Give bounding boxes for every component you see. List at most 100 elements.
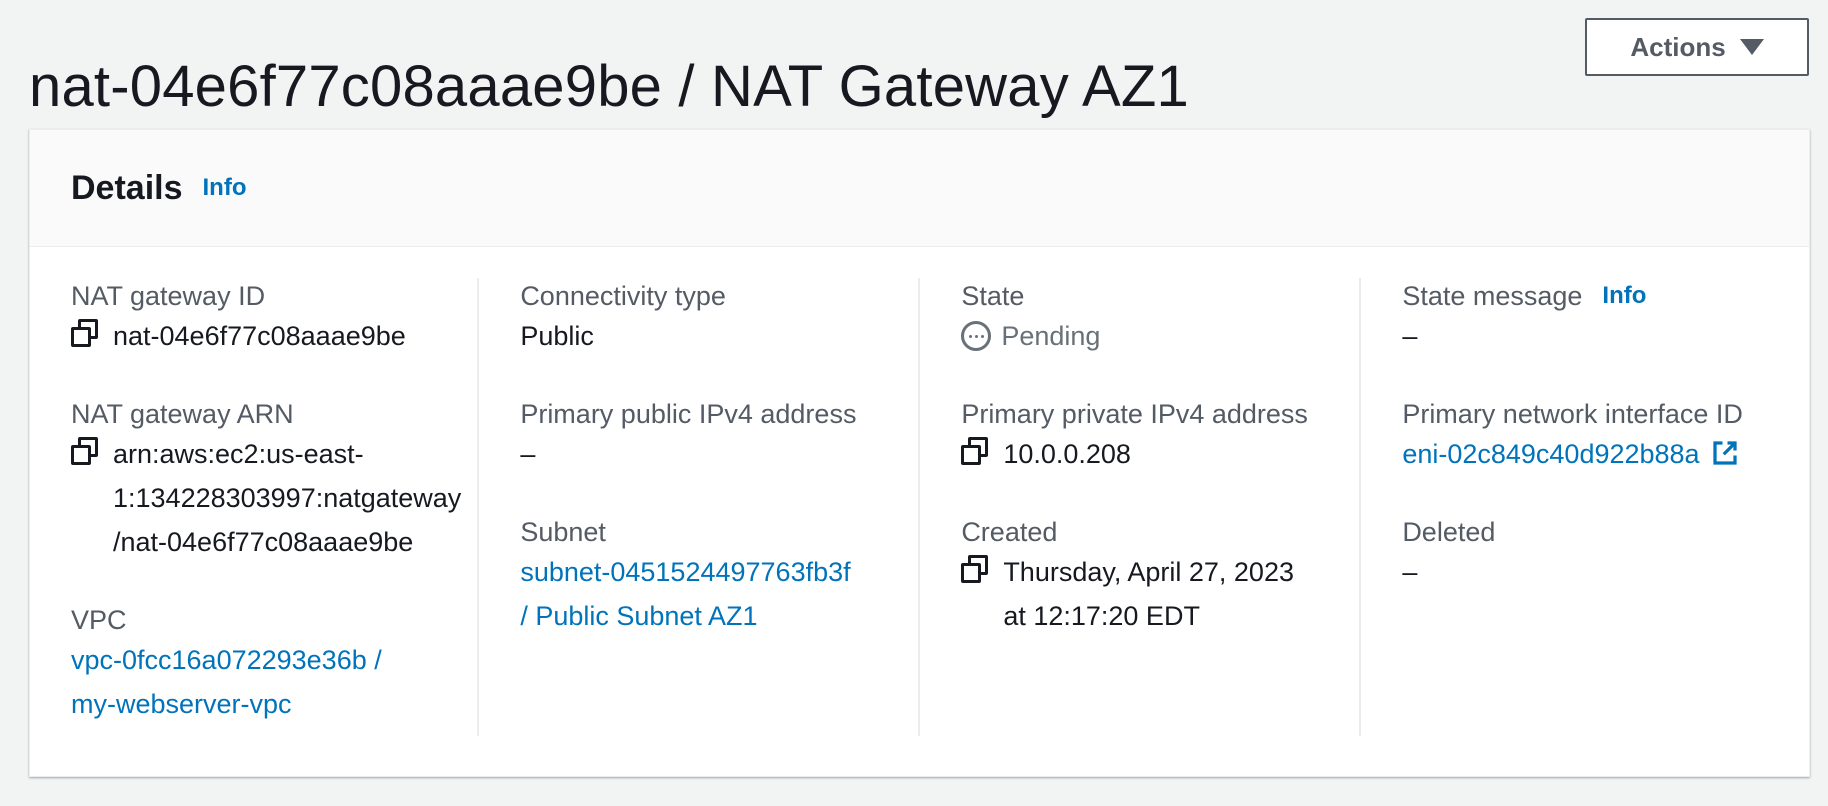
connectivity-type-value-lines: Public — [520, 314, 594, 358]
subnet-value-row: subnet-0451524497763fb3f / Public Subnet … — [520, 550, 902, 638]
details-column-2: Connectivity type Public Primary public IP… — [479, 278, 921, 736]
state-value-lines: Pending — [1001, 314, 1100, 358]
subnet-value-line[interactable]: subnet-0451524497763fb3f — [520, 550, 850, 594]
pending-status-icon — [961, 321, 992, 351]
field-label: Deleted — [1402, 514, 1793, 550]
subnet-value[interactable]: subnet-0451524497763fb3f / Public Subnet … — [520, 550, 850, 638]
state-message-value: – — [1402, 314, 1417, 358]
field-deleted: Deleted – — [1402, 514, 1793, 594]
primary-network-interface-id-value[interactable]: eni-02c849c40d922b88a — [1402, 432, 1739, 476]
created-value: Thursday, April 27, 2023 at 12:17:20 EDT — [1003, 550, 1294, 638]
details-header: Details Info — [30, 130, 1809, 247]
vpc-value[interactable]: vpc-0fcc16a072293e36b / my-webserver-vpc — [71, 638, 382, 726]
details-info-link[interactable]: Info — [203, 174, 247, 202]
details-title: Details — [71, 168, 183, 207]
field-label: Subnet — [520, 514, 902, 550]
created-value-row: Thursday, April 27, 2023 at 12:17:20 EDT — [961, 550, 1343, 638]
vpc-label: VPC — [71, 605, 127, 635]
external-link-icon[interactable] — [1710, 438, 1740, 468]
primary-network-interface-id-value-row: eni-02c849c40d922b88a — [1402, 432, 1793, 476]
primary-private-ipv4-address-value-row: 10.0.0.208 — [961, 432, 1343, 476]
primary-public-ipv4-address-value-lines: – — [520, 432, 535, 476]
created-value-line: Thursday, April 27, 2023 — [1003, 557, 1294, 587]
field-label: State message Info — [1402, 278, 1793, 314]
vpc-value-line[interactable]: my-webserver-vpc — [71, 682, 382, 726]
field-created: Created Thursday, April 27, 2023 at 12:17:… — [961, 514, 1343, 638]
field-label: VPC — [71, 602, 461, 638]
field-subnet: Subnet subnet-0451524497763fb3f / Public S… — [520, 514, 902, 638]
primary-public-ipv4-address-label: Primary public IPv4 address — [520, 399, 857, 429]
primary-private-ipv4-address-value-line: 10.0.0.208 — [1003, 439, 1131, 469]
state-label: State — [961, 281, 1025, 311]
subnet-value-line[interactable]: / Public Subnet AZ1 — [520, 594, 850, 638]
nat-gateway-arn-label: NAT gateway ARN — [71, 399, 294, 429]
primary-network-interface-id-label: Primary network interface ID — [1402, 399, 1743, 429]
nat-gateway-arn-value-line: 1:134228303997:natgateway — [113, 483, 462, 513]
field-state: State Pending — [961, 278, 1343, 358]
field-vpc: VPC vpc-0fcc16a072293e36b / my-webserver-v… — [71, 602, 461, 726]
copy-icon[interactable] — [961, 437, 991, 467]
nat-gateway-arn-value-lines: arn:aws:ec2:us-east- 1:134228303997:natga… — [113, 432, 461, 564]
field-nat-gateway-id: NAT gateway ID nat-04e6f77c08aaae9be — [71, 278, 461, 358]
nat-gateway-id-value-line: nat-04e6f77c08aaae9be — [113, 321, 406, 351]
copy-icon[interactable] — [961, 555, 991, 585]
deleted-value-line: – — [1402, 557, 1418, 587]
deleted-label: Deleted — [1402, 517, 1496, 547]
vpc-value-row: vpc-0fcc16a072293e36b / my-webserver-vpc — [71, 638, 461, 726]
created-value-line: at 12:17:20 EDT — [1003, 601, 1200, 631]
state-value-row: Pending — [961, 314, 1343, 358]
subnet-label: Subnet — [520, 517, 606, 547]
actions-button[interactable]: Actions — [1585, 18, 1809, 76]
field-label: Primary public IPv4 address — [520, 396, 902, 432]
field-label: NAT gateway ID — [71, 278, 461, 314]
state-message-value-lines: – — [1402, 314, 1417, 358]
state-message-value-row: – — [1402, 314, 1793, 358]
state-value-line: Pending — [1001, 321, 1101, 351]
details-columns: NAT gateway ID nat-04e6f77c08aaae9be NAT g… — [30, 278, 1809, 736]
deleted-value: – — [1402, 550, 1417, 594]
primary-public-ipv4-address-value-line: – — [520, 439, 536, 469]
subnet-value-lines: subnet-0451524497763fb3f / Public Subnet … — [520, 550, 850, 638]
field-label: Connectivity type — [520, 278, 902, 314]
caret-down-icon — [1739, 39, 1764, 55]
vpc-value-line[interactable]: vpc-0fcc16a072293e36b / — [71, 638, 382, 682]
nat-gateway-id-value-row: nat-04e6f77c08aaae9be — [71, 314, 461, 358]
connectivity-type-value-row: Public — [520, 314, 902, 358]
nat-gateway-arn-value-row: arn:aws:ec2:us-east- 1:134228303997:natga… — [71, 432, 461, 564]
copy-icon[interactable] — [71, 437, 101, 467]
primary-network-interface-id-value-lines: eni-02c849c40d922b88a — [1402, 432, 1739, 476]
created-value-lines: Thursday, April 27, 2023 at 12:17:20 EDT — [1003, 550, 1294, 638]
created-label: Created — [961, 517, 1058, 547]
state-message-value-line: – — [1402, 321, 1418, 351]
field-label: Created — [961, 514, 1343, 550]
field-label: NAT gateway ARN — [71, 396, 461, 432]
field-primary-network-interface-id: Primary network interface ID eni-02c849c4… — [1402, 396, 1793, 476]
field-label: State — [961, 278, 1343, 314]
connectivity-type-value: Public — [520, 314, 594, 358]
primary-private-ipv4-address-value-lines: 10.0.0.208 — [1003, 432, 1131, 476]
field-connectivity-type: Connectivity type Public — [520, 278, 902, 358]
field-nat-gateway-arn: NAT gateway ARN arn:aws:ec2:us-east- 1:134… — [71, 396, 461, 564]
nat-gateway-id-label: NAT gateway ID — [71, 281, 266, 311]
connectivity-type-label: Connectivity type — [520, 281, 726, 311]
details-column-4: State message Info – Primary network interf… — [1361, 278, 1809, 736]
page-title: nat-04e6f77c08aaae9be / NAT Gateway AZ1 — [29, 53, 1189, 119]
nat-gateway-arn-value-line: /nat-04e6f77c08aaae9be — [113, 527, 414, 557]
field-label: Primary private IPv4 address — [961, 396, 1343, 432]
field-state-message: State message Info – — [1402, 278, 1793, 358]
state-message-label: State message — [1402, 281, 1583, 311]
state-message-info-link[interactable]: Info — [1602, 278, 1646, 314]
details-column-1: NAT gateway ID nat-04e6f77c08aaae9be NAT g… — [30, 278, 480, 736]
primary-public-ipv4-address-value-row: – — [520, 432, 902, 476]
field-primary-private-ipv4-address: Primary private IPv4 address 10.0.0.208 — [961, 396, 1343, 476]
deleted-value-lines: – — [1402, 550, 1417, 594]
nat-gateway-id-value: nat-04e6f77c08aaae9be — [113, 314, 406, 358]
primary-public-ipv4-address-value: – — [520, 432, 535, 476]
actions-button-label: Actions — [1630, 31, 1726, 62]
primary-network-interface-id-value-line[interactable]: eni-02c849c40d922b88a — [1402, 439, 1699, 469]
copy-icon[interactable] — [71, 319, 101, 349]
nat-gateway-arn-value-line: arn:aws:ec2:us-east- — [113, 439, 364, 469]
vpc-value-lines: vpc-0fcc16a072293e36b / my-webserver-vpc — [71, 638, 382, 726]
deleted-value-row: – — [1402, 550, 1793, 594]
details-panel: Details Info NAT gateway ID nat-04e6f77c0… — [29, 129, 1810, 777]
